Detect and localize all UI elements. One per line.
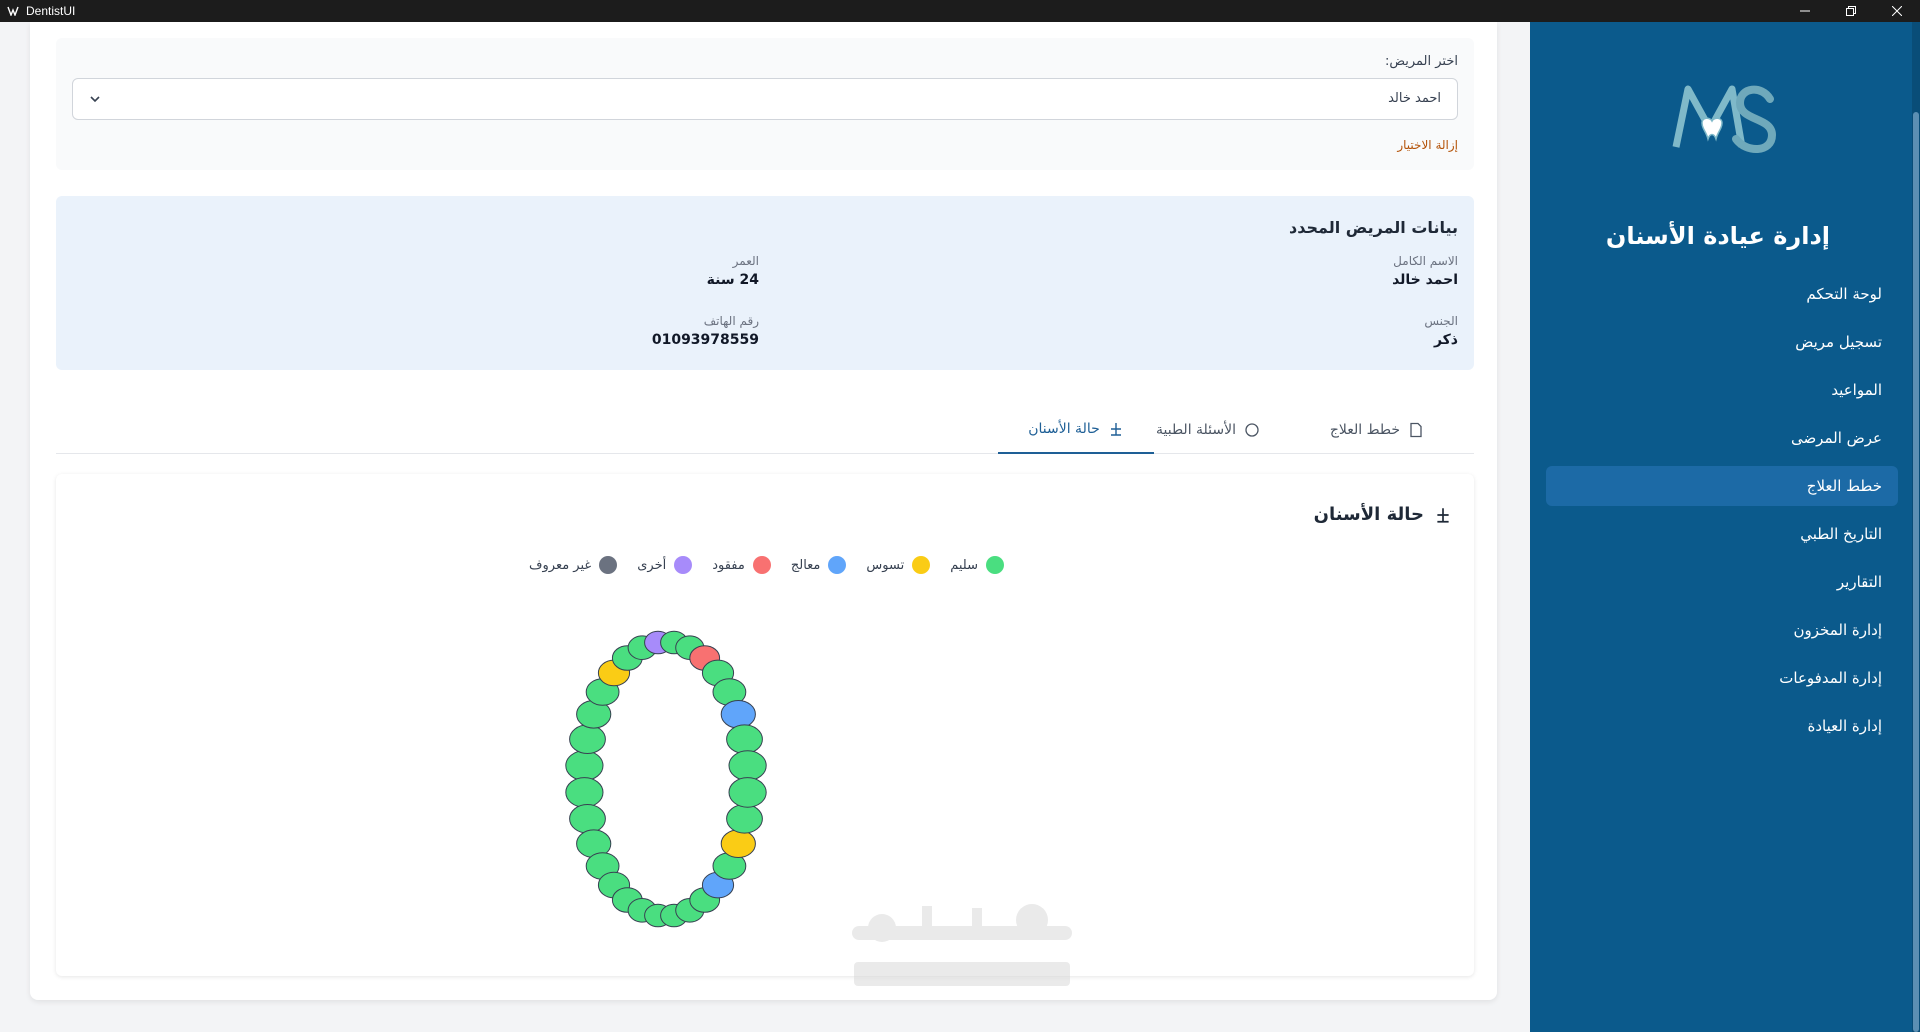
lower-tooth-14[interactable]: [720, 829, 756, 858]
age-label: العمر: [732, 254, 759, 268]
minimize-button[interactable]: [1782, 0, 1828, 22]
patient-select-value: احمد خالد: [1388, 91, 1441, 106]
lower-tooth-16[interactable]: [728, 777, 767, 808]
clear-selection-link[interactable]: إزالة الاختيار: [1397, 138, 1458, 152]
legend-dot: [912, 556, 931, 574]
sidebar-nav: لوحة التحكم تسجيل مريض المواعيد عرض المر…: [1546, 274, 1898, 754]
sidebar-item-inventory[interactable]: إدارة المخزون: [1546, 610, 1898, 650]
legend-item: تسوس: [866, 556, 931, 574]
tab-label: خطط العلاج: [1329, 422, 1400, 438]
patient-info-title: بيانات المريض المحدد: [1289, 218, 1458, 237]
tab-label: الأسئلة الطبية: [1155, 422, 1236, 438]
teeth-status-title-text: حالة الأسنان: [1313, 504, 1424, 525]
legend-dot: [752, 556, 771, 574]
lower-tooth-1[interactable]: [565, 777, 604, 808]
tabs-bar: خطط العلاج الأسئلة الطبية حالة الأسنان: [56, 406, 1474, 454]
legend-label: معالج: [790, 557, 821, 573]
legend-dot: [599, 556, 618, 574]
sidebar-scrollbar-thumb[interactable]: [1913, 112, 1919, 1032]
upper-tooth-1[interactable]: [565, 750, 604, 781]
tab-label: حالة الأسنان: [1028, 421, 1100, 437]
legend-label: أخرى: [637, 557, 667, 573]
tooth-icon: [1437, 507, 1449, 523]
patient-info-card: بيانات المريض المحدد الاسم الكامل احمد خ…: [56, 196, 1474, 370]
circle-icon: [1245, 423, 1259, 437]
sidebar-item-payments[interactable]: إدارة المدفوعات: [1546, 658, 1898, 698]
legend-label: تسوس: [866, 557, 905, 573]
tab-medical-questions[interactable]: الأسئلة الطبية: [1148, 406, 1268, 454]
legend-dot: [828, 556, 847, 574]
tab-treatment-plans[interactable]: خطط العلاج: [1322, 406, 1432, 454]
phone-field: رقم الهاتف 01093978559: [652, 314, 759, 348]
legend-item: معالج: [791, 556, 847, 574]
gender-field: الجنس ذكر: [1424, 314, 1458, 348]
lower-tooth-15[interactable]: [726, 804, 763, 834]
full-name-field: الاسم الكامل احمد خالد: [1392, 254, 1458, 288]
legend-dot: [674, 556, 693, 574]
app-icon: [6, 4, 20, 18]
sidebar-item-appointments[interactable]: المواعيد: [1546, 370, 1898, 410]
legend-label: سليم: [950, 557, 978, 573]
window-title: DentistUI: [26, 4, 76, 18]
full-name-value: احمد خالد: [1392, 272, 1458, 288]
sidebar-item-dashboard[interactable]: لوحة التحكم: [1546, 274, 1898, 314]
teeth-status-card: حالة الأسنان سليم تسوس معالج مفقود أخرى …: [56, 474, 1474, 976]
close-icon: [1892, 6, 1902, 16]
restore-button[interactable]: [1828, 0, 1874, 22]
clinic-logo: [1672, 85, 1777, 153]
legend-dot: [986, 556, 1004, 574]
upper-tooth-16[interactable]: [728, 750, 767, 781]
sidebar-item-register-patient[interactable]: تسجيل مريض: [1546, 322, 1898, 362]
sidebar-scrollbar[interactable]: [1912, 22, 1920, 1032]
restore-icon: [1846, 6, 1856, 16]
patient-select-label: اختر المريض:: [1384, 54, 1458, 69]
gender-value: ذكر: [1433, 332, 1458, 348]
upper-tooth-15[interactable]: [726, 724, 763, 754]
tooth-icon: [1110, 423, 1121, 436]
sidebar-title: إدارة عيادة الأسنان: [1605, 222, 1830, 250]
title-bar: DentistUI: [0, 0, 1920, 22]
upper-tooth-14[interactable]: [720, 700, 756, 729]
sidebar-item-reports[interactable]: التقارير: [1546, 562, 1898, 602]
sidebar-item-clinic-management[interactable]: إدارة العيادة: [1546, 706, 1898, 746]
phone-value: 01093978559: [651, 332, 759, 348]
upper-tooth-2[interactable]: [569, 724, 606, 754]
patient-select-card: اختر المريض: احمد خالد إزالة الاختيار: [56, 38, 1474, 170]
patient-select-dropdown[interactable]: احمد خالد: [72, 78, 1458, 120]
teeth-legend: سليم تسوس معالج مفقود أخرى غير معروف: [529, 556, 1004, 574]
sidebar-item-view-patients[interactable]: عرض المرضى: [1546, 418, 1898, 458]
age-value: 24 سنة: [706, 272, 759, 288]
tab-teeth-status[interactable]: حالة الأسنان: [998, 406, 1154, 454]
legend-label: غير معروف: [529, 557, 592, 573]
chevron-down-icon: [90, 96, 100, 103]
legend-item: مفقود: [712, 556, 771, 574]
close-button[interactable]: [1874, 0, 1920, 22]
phone-label: رقم الهاتف: [703, 314, 759, 328]
legend-item: أخرى: [637, 556, 693, 574]
legend-item: سليم: [950, 556, 1004, 574]
lower-tooth-2[interactable]: [569, 804, 606, 834]
sidebar: إدارة عيادة الأسنان لوحة التحكم تسجيل مر…: [1530, 22, 1920, 1032]
document-icon: [1410, 422, 1422, 438]
full-name-label: الاسم الكامل: [1393, 254, 1458, 268]
legend-label: مفقود: [712, 557, 745, 573]
legend-item: غير معروف: [529, 556, 618, 574]
minimize-icon: [1800, 10, 1810, 12]
sidebar-item-treatment-plans[interactable]: خطط العلاج: [1546, 466, 1898, 506]
teeth-status-title: حالة الأسنان: [1314, 504, 1452, 525]
age-field: العمر 24 سنة: [707, 254, 759, 288]
gender-label: الجنس: [1424, 314, 1458, 328]
dental-arch-chart: [565, 630, 767, 928]
sidebar-item-medical-history[interactable]: التاريخ الطبي: [1546, 514, 1898, 554]
main-content: اختر المريض: احمد خالد إزالة الاختيار بي…: [30, 22, 1497, 1000]
